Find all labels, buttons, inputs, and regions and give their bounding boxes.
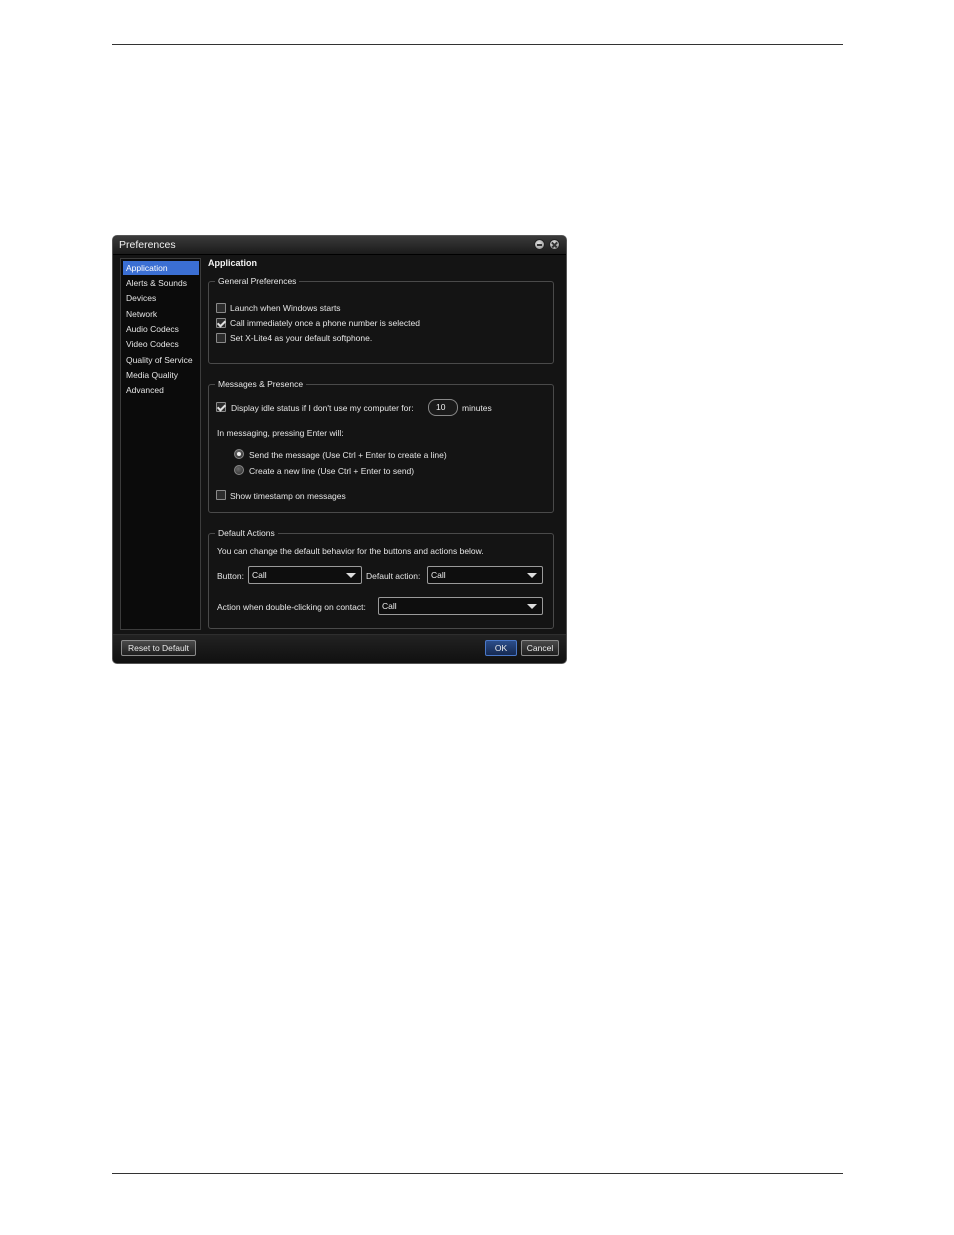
group-legend: Default Actions	[215, 528, 278, 538]
default-actions-description: You can change the default behavior for …	[217, 546, 484, 556]
dblclick-label: Action when double-clicking on contact:	[217, 602, 366, 612]
title-bar[interactable]: Preferences	[113, 236, 566, 255]
idle-status-label: Display idle status if I don't use my co…	[231, 403, 414, 413]
new-line-label: Create a new line (Use Ctrl + Enter to s…	[249, 466, 415, 476]
sidebar-item-alerts-sounds[interactable]: Alerts & Sounds	[123, 276, 199, 290]
call-immediately-checkbox[interactable]	[216, 318, 226, 328]
sidebar-item-video-codecs[interactable]: Video Codecs	[123, 337, 199, 351]
default-action-label: Default action:	[366, 571, 421, 581]
reset-to-default-button[interactable]: Reset to Default	[121, 640, 196, 656]
enter-intro-label: In messaging, pressing Enter will:	[217, 428, 344, 438]
sidebar-item-devices[interactable]: Devices	[123, 291, 199, 305]
send-message-label: Send the message (Use Ctrl + Enter to cr…	[249, 450, 447, 460]
call-immediately-label: Call immediately once a phone number is …	[230, 318, 420, 328]
timestamp-label: Show timestamp on messages	[230, 491, 346, 501]
section-title: Application	[208, 258, 257, 268]
sidebar-item-audio-codecs[interactable]: Audio Codecs	[123, 322, 199, 336]
general-preferences-group: General Preferences Launch when Windows …	[208, 276, 554, 364]
group-legend: Messages & Presence	[215, 379, 307, 389]
dblclick-select-value: Call	[382, 601, 397, 611]
new-line-radio[interactable]	[234, 465, 244, 475]
minimize-icon[interactable]	[534, 239, 545, 250]
button-select[interactable]: Call	[248, 566, 362, 584]
default-softphone-label: Set X-Lite4 as your default softphone.	[230, 333, 373, 343]
button-select-value: Call	[252, 570, 267, 580]
sidebar-item-media-quality[interactable]: Media Quality	[123, 368, 199, 382]
preferences-window: Preferences Application Alerts & Sounds …	[112, 235, 567, 664]
idle-minutes-input[interactable]: 10	[428, 399, 458, 416]
window-title: Preferences	[119, 239, 176, 251]
timestamp-checkbox[interactable]	[216, 490, 226, 500]
send-message-radio[interactable]	[234, 449, 244, 459]
launch-label: Launch when Windows starts	[230, 303, 341, 313]
dialog-footer: Reset to Default OK Cancel	[113, 634, 566, 663]
footer-rule	[112, 1173, 843, 1174]
header-rule	[112, 44, 843, 45]
chevron-down-icon	[527, 604, 537, 609]
idle-status-checkbox[interactable]	[216, 402, 226, 412]
sidebar-item-advanced[interactable]: Advanced	[123, 383, 199, 397]
default-action-select-value: Call	[431, 570, 446, 580]
dblclick-select[interactable]: Call	[378, 597, 543, 615]
group-legend: General Preferences	[215, 276, 300, 286]
close-icon[interactable]	[549, 239, 560, 250]
sidebar-item-quality-of-service[interactable]: Quality of Service	[123, 353, 199, 367]
idle-unit-label: minutes	[462, 403, 492, 413]
default-softphone-checkbox[interactable]	[216, 333, 226, 343]
sidebar-item-network[interactable]: Network	[123, 307, 199, 321]
default-action-select[interactable]: Call	[427, 566, 543, 584]
cancel-button[interactable]: Cancel	[521, 640, 559, 656]
sidebar: Application Alerts & Sounds Devices Netw…	[120, 258, 201, 630]
default-actions-group: Default Actions You can change the defau…	[208, 528, 554, 629]
button-label: Button:	[217, 571, 244, 581]
launch-checkbox[interactable]	[216, 303, 226, 313]
chevron-down-icon	[527, 573, 537, 578]
ok-button[interactable]: OK	[485, 640, 517, 656]
sidebar-item-application[interactable]: Application	[123, 261, 199, 275]
chevron-down-icon	[346, 573, 356, 578]
messages-presence-group: Messages & Presence Display idle status …	[208, 379, 554, 513]
